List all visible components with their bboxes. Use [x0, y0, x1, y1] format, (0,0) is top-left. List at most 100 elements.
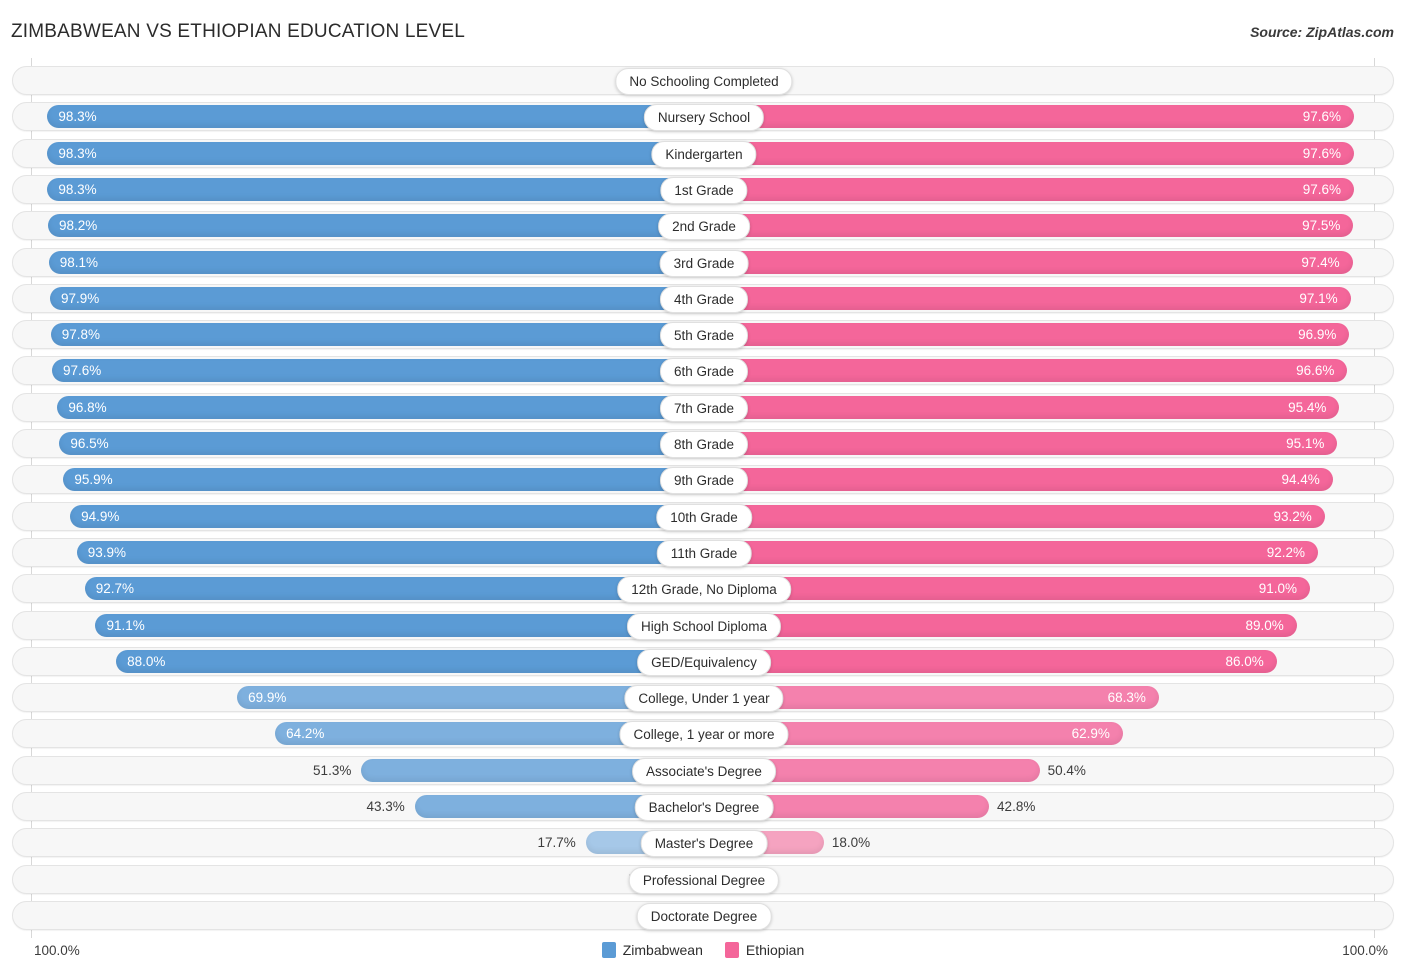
legend-swatch-ethiopian — [724, 942, 739, 958]
value-label-right: 94.4% — [1281, 472, 1320, 488]
category-label-pill[interactable]: 10th Grade — [656, 503, 752, 531]
table-row[interactable]: 17.7% 18.0% Master's Degree — [12, 828, 1394, 858]
bar-left-zimbabwean[interactable] — [59, 432, 704, 455]
bar-right-ethiopian[interactable] — [704, 395, 1340, 419]
row-inner: 93.9% 92.2% 11th Grade — [13, 539, 1393, 567]
value-label-left: 98.2% — [59, 218, 98, 234]
table-row[interactable]: 98.2% 97.5% 2nd Grade — [12, 211, 1394, 241]
bar-left-zimbabwean[interactable] — [47, 105, 704, 129]
category-label-pill[interactable]: 2nd Grade — [658, 213, 750, 241]
bar-left-zimbabwean[interactable] — [63, 468, 704, 492]
category-label-pill[interactable]: Associate's Degree — [632, 757, 776, 785]
bar-right-ethiopian[interactable] — [704, 286, 1351, 310]
category-label-pill[interactable]: 11th Grade — [656, 539, 752, 567]
bar-left-zimbabwean[interactable] — [47, 141, 704, 165]
bar-left-zimbabwean[interactable] — [47, 177, 704, 201]
value-label-left: 93.9% — [87, 544, 127, 560]
category-label-pill[interactable]: 4th Grade — [659, 285, 749, 313]
category-label-pill[interactable]: No Schooling Completed — [615, 68, 793, 95]
table-row[interactable]: 96.5% 95.1% 8th Grade — [12, 429, 1394, 458]
category-label-pill[interactable]: 9th Grade — [659, 467, 749, 495]
bar-left-zimbabwean[interactable] — [52, 359, 704, 383]
table-row[interactable]: 64.2% 62.9% College, 1 year or more — [12, 719, 1394, 749]
category-label-pill[interactable]: High School Diploma — [626, 612, 782, 640]
bar-left-zimbabwean[interactable] — [95, 613, 704, 637]
bar-left-zimbabwean[interactable] — [48, 214, 704, 238]
table-row[interactable]: 98.1% 97.4% 3rd Grade — [12, 247, 1394, 277]
chart-header: ZIMBABWEAN VS ETHIOPIAN EDUCATION LEVEL … — [0, 0, 1406, 58]
category-label-pill[interactable]: Nursery School — [643, 104, 765, 132]
bar-right-ethiopian[interactable] — [704, 250, 1353, 274]
bar-left-zimbabwean[interactable] — [50, 286, 704, 310]
bar-left-zimbabwean[interactable] — [84, 577, 704, 601]
table-row[interactable]: 97.6% 96.6% 6th Grade — [12, 356, 1394, 386]
bar-left-zimbabwean[interactable] — [116, 649, 704, 673]
row-inner: 64.2% 62.9% College, 1 year or more — [13, 720, 1393, 749]
bar-left-zimbabwean[interactable] — [70, 504, 704, 528]
row-inner: 43.3% 42.8% Bachelor's Degree — [13, 793, 1393, 821]
category-label-pill[interactable]: 1st Grade — [660, 176, 748, 204]
legend-item[interactable]: Ethiopian — [724, 942, 804, 958]
bar-right-ethiopian[interactable] — [704, 323, 1350, 347]
table-row[interactable]: 98.3% 97.6% Kindergarten — [12, 138, 1394, 168]
table-row[interactable]: 96.8% 95.4% 7th Grade — [12, 392, 1394, 422]
bar-right-ethiopian[interactable] — [704, 649, 1277, 673]
legend-item[interactable]: Zimbabwean — [601, 942, 703, 958]
bar-right-ethiopian[interactable] — [704, 577, 1311, 601]
category-label-pill[interactable]: 3rd Grade — [659, 249, 749, 277]
bar-right-ethiopian[interactable] — [704, 214, 1354, 238]
bar-left-zimbabwean[interactable] — [48, 250, 704, 274]
bar-left-zimbabwean[interactable] — [57, 395, 704, 419]
category-label-pill[interactable]: Professional Degree — [628, 866, 780, 894]
category-label-pill[interactable]: Doctorate Degree — [636, 902, 772, 930]
table-row[interactable]: 2.3%2.3%Doctorate Degree — [12, 900, 1394, 930]
value-label-right: 68.3% — [1107, 690, 1146, 706]
bar-right-ethiopian[interactable] — [704, 432, 1338, 455]
category-label-pill[interactable]: 7th Grade — [659, 394, 749, 422]
bar-right-ethiopian[interactable] — [704, 359, 1348, 383]
table-row[interactable]: 1.7%2.4%No Schooling Completed — [12, 66, 1394, 95]
table-row[interactable]: 51.3% 50.4% Associate's Degree — [12, 755, 1394, 785]
row-inner: 97.8% 96.9% 5th Grade — [13, 321, 1393, 350]
bar-right-ethiopian[interactable] — [704, 105, 1355, 129]
category-label-pill[interactable]: College, Under 1 year — [624, 685, 784, 713]
table-row[interactable]: 98.3% 97.6% 1st Grade — [12, 174, 1394, 204]
category-label-pill[interactable]: Kindergarten — [651, 140, 757, 168]
category-label-pill[interactable]: 5th Grade — [659, 322, 749, 350]
value-label-right: 95.1% — [1286, 436, 1325, 451]
category-label-pill[interactable]: 12th Grade, No Diploma — [617, 576, 791, 604]
table-row[interactable]: 98.3% 97.6% Nursery School — [12, 102, 1394, 132]
value-label-right: 96.6% — [1296, 363, 1335, 379]
table-row[interactable]: 97.8% 96.9% 5th Grade — [12, 320, 1394, 350]
category-label-pill[interactable]: 6th Grade — [659, 358, 749, 386]
bar-right-ethiopian[interactable] — [704, 504, 1325, 528]
table-row[interactable]: 92.7% 91.0% 12th Grade, No Diploma — [12, 574, 1394, 604]
table-row[interactable]: 43.3% 42.8% Bachelor's Degree — [12, 792, 1394, 821]
category-label-pill[interactable]: GED/Equivalency — [637, 648, 771, 676]
table-row[interactable]: 93.9% 92.2% 11th Grade — [12, 537, 1394, 567]
row-inner: 94.9% 93.2% 10th Grade — [13, 503, 1393, 531]
row-inner: 97.6% 96.6% 6th Grade — [13, 357, 1393, 386]
bar-right-ethiopian[interactable] — [704, 141, 1355, 165]
value-label-right: 96.9% — [1298, 327, 1337, 343]
table-row[interactable]: 97.9% 97.1% 4th Grade — [12, 283, 1394, 313]
bar-right-ethiopian[interactable] — [704, 177, 1355, 201]
table-row[interactable]: 91.1% 89.0% High School Diploma — [12, 610, 1394, 640]
category-label-pill[interactable]: Bachelor's Degree — [634, 794, 774, 821]
bar-right-ethiopian[interactable] — [704, 468, 1333, 492]
category-label-pill[interactable]: Master's Degree — [640, 830, 768, 858]
bar-left-zimbabwean[interactable] — [50, 323, 704, 347]
value-label-right: 62.9% — [1071, 726, 1110, 742]
table-row[interactable]: 95.9% 94.4% 9th Grade — [12, 465, 1394, 495]
category-label-pill[interactable]: 8th Grade — [659, 431, 749, 458]
row-inner: 97.9% 97.1% 4th Grade — [13, 285, 1393, 313]
table-row[interactable]: 94.9% 93.2% 10th Grade — [12, 501, 1394, 531]
bar-left-zimbabwean[interactable] — [76, 540, 704, 564]
table-row[interactable]: 5.2%5.4%Professional Degree — [12, 864, 1394, 894]
table-row[interactable]: 88.0% 86.0% GED/Equivalency — [12, 646, 1394, 676]
value-label-right: 97.6% — [1302, 109, 1342, 125]
table-row[interactable]: 69.9% 68.3% College, Under 1 year — [12, 683, 1394, 713]
bar-right-ethiopian[interactable] — [704, 540, 1319, 564]
bar-right-ethiopian[interactable] — [704, 613, 1297, 637]
category-label-pill[interactable]: College, 1 year or more — [619, 721, 789, 749]
